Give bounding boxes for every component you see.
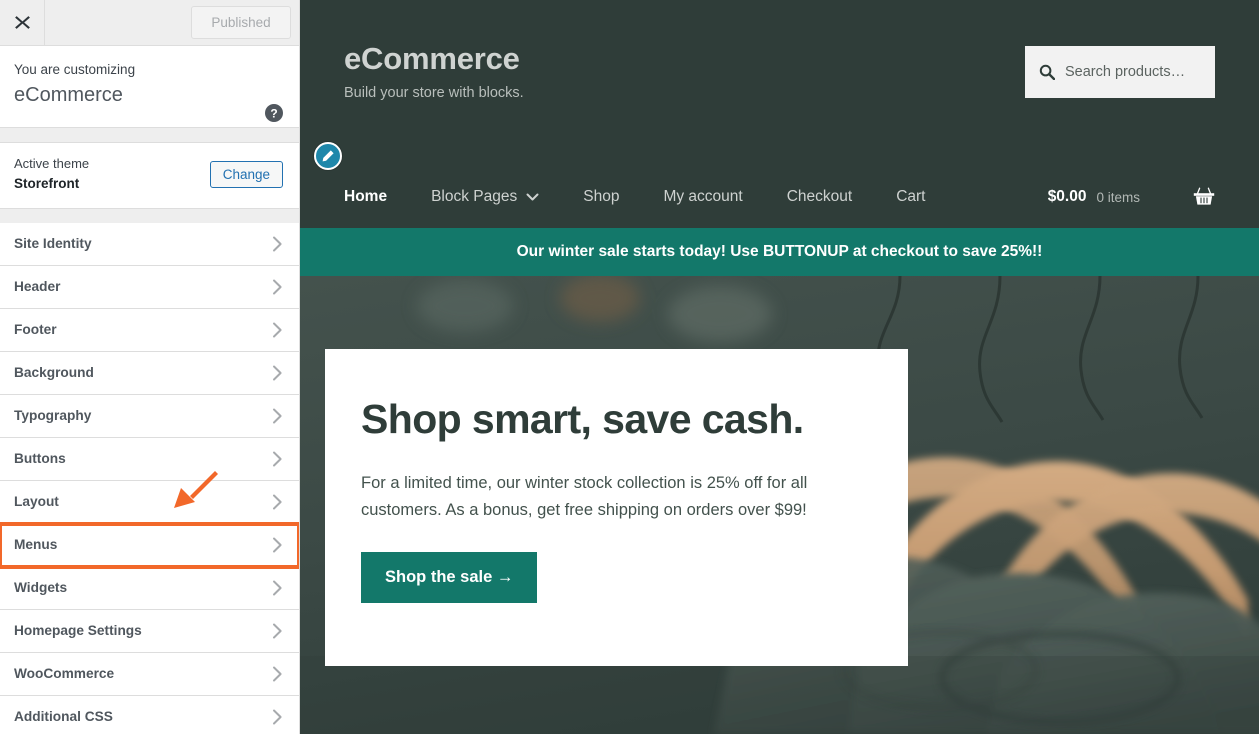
nav-link-cart[interactable]: Cart bbox=[874, 188, 947, 206]
sidebar-item-label: Background bbox=[14, 365, 94, 381]
nav-link-label: Home bbox=[344, 188, 388, 205]
active-theme-section: Active theme Storefront Change bbox=[0, 142, 299, 209]
hero-title: Shop smart, save cash. bbox=[361, 396, 804, 442]
chevron-down-icon[interactable] bbox=[526, 193, 539, 202]
shop-the-sale-button[interactable]: Shop the sale → bbox=[361, 551, 538, 603]
active-theme-label: Active theme bbox=[14, 156, 90, 172]
sidebar-item-label: Header bbox=[14, 279, 61, 295]
hero-content-card: Shop smart, save cash. For a limited tim… bbox=[325, 349, 908, 666]
change-theme-button[interactable]: Change bbox=[209, 160, 283, 188]
sidebar-item-label: Layout bbox=[14, 494, 59, 510]
sidebar-item-label: Widgets bbox=[14, 580, 68, 596]
nav-link-label: Shop bbox=[583, 188, 620, 205]
sidebar-item-background[interactable]: Background bbox=[0, 351, 299, 395]
chevron-right-icon bbox=[272, 666, 283, 682]
nav-link-my-account[interactable]: My account bbox=[641, 188, 764, 206]
nav-link-label: Cart bbox=[896, 188, 926, 205]
sidebar-item-label: Typography bbox=[14, 408, 92, 424]
hero-section: GRACECHAPEL Shop smart, save cash. For a… bbox=[300, 276, 1259, 734]
sidebar-item-widgets[interactable]: Widgets bbox=[0, 566, 299, 610]
sidebar-item-label: Buttons bbox=[14, 451, 66, 467]
sidebar-item-label: Menus bbox=[14, 537, 58, 553]
nav-link-checkout[interactable]: Checkout bbox=[765, 188, 874, 206]
active-theme-name: Storefront bbox=[14, 176, 80, 192]
chevron-right-icon bbox=[272, 537, 283, 553]
nav-link-list: Home Block Pages Shop My account Checkout Car… bbox=[344, 188, 948, 206]
product-search-box[interactable]: Search products… bbox=[1025, 46, 1215, 98]
nav-link-shop[interactable]: Shop bbox=[561, 188, 641, 206]
search-placeholder-text: Search products… bbox=[1065, 64, 1186, 80]
sidebar-item-buttons[interactable]: Buttons bbox=[0, 437, 299, 481]
chevron-right-icon bbox=[272, 408, 283, 424]
sidebar-gap-bottom bbox=[0, 208, 299, 223]
pencil-edit-icon[interactable] bbox=[314, 142, 342, 170]
nav-link-label: Checkout bbox=[786, 188, 853, 205]
hero-body-text: For a limited time, our winter stock col… bbox=[361, 474, 808, 519]
customizer-sidebar: Published You are customizing eCommerce … bbox=[0, 0, 300, 734]
chevron-right-icon bbox=[272, 451, 283, 467]
chevron-right-icon bbox=[272, 322, 283, 338]
active-theme-text: Active theme Storefront bbox=[14, 155, 89, 193]
customizer-panel-list: Site Identity Header Footer Background Typog… bbox=[0, 222, 299, 734]
chevron-right-icon bbox=[272, 279, 283, 295]
sidebar-item-label: WooCommerce bbox=[14, 666, 115, 682]
sidebar-item-woocommerce[interactable]: WooCommerce bbox=[0, 652, 299, 696]
svg-text:?: ? bbox=[270, 107, 277, 121]
site-header: eCommerce Build your store with blocks. … bbox=[300, 0, 1259, 228]
nav-link-label: Block Pages bbox=[431, 188, 518, 205]
help-circle-icon[interactable]: ? bbox=[264, 103, 284, 123]
site-preview: eCommerce Build your store with blocks. … bbox=[300, 0, 1259, 734]
publish-button[interactable]: Published bbox=[191, 6, 291, 39]
promo-banner[interactable]: Our winter sale starts today! Use BUTTON… bbox=[300, 228, 1259, 276]
cart-amount: $0.00 bbox=[1047, 188, 1087, 205]
sidebar-item-layout[interactable]: Layout bbox=[0, 480, 299, 524]
nav-link-label: My account bbox=[663, 188, 743, 205]
customizing-title: eCommerce bbox=[14, 84, 123, 107]
shopping-basket-icon[interactable] bbox=[1193, 187, 1215, 207]
sidebar-item-menus[interactable]: Menus bbox=[0, 521, 299, 569]
nav-link-block-pages[interactable]: Block Pages bbox=[409, 188, 561, 206]
chevron-right-icon bbox=[272, 580, 283, 596]
sidebar-item-site-identity[interactable]: Site Identity bbox=[0, 222, 299, 266]
chevron-right-icon bbox=[272, 236, 283, 252]
customizer-topbar: Published bbox=[0, 0, 299, 46]
chevron-right-icon bbox=[272, 709, 283, 725]
chevron-right-icon bbox=[272, 623, 283, 639]
chevron-right-icon bbox=[272, 494, 283, 510]
sidebar-item-label: Additional CSS bbox=[14, 709, 113, 725]
site-primary-nav: Home Block Pages Shop My account Checkout Car… bbox=[344, 166, 1215, 228]
sidebar-item-label: Footer bbox=[14, 322, 57, 338]
search-icon bbox=[1039, 64, 1055, 80]
sidebar-item-footer[interactable]: Footer bbox=[0, 308, 299, 352]
sidebar-item-label: Homepage Settings bbox=[14, 623, 142, 639]
sidebar-item-homepage-settings[interactable]: Homepage Settings bbox=[0, 609, 299, 653]
sidebar-item-additional-css[interactable]: Additional CSS bbox=[0, 695, 299, 734]
sidebar-item-typography[interactable]: Typography bbox=[0, 394, 299, 438]
cart-summary[interactable]: $0.00 0 items bbox=[1048, 187, 1215, 207]
customizing-info: You are customizing eCommerce ? bbox=[0, 46, 299, 129]
chevron-right-icon bbox=[272, 365, 283, 381]
cart-item-count: 0 items bbox=[1096, 189, 1140, 205]
customizing-label: You are customizing bbox=[14, 62, 136, 77]
nav-link-home[interactable]: Home bbox=[344, 188, 409, 206]
customizer-app: Published You are customizing eCommerce … bbox=[0, 0, 1259, 734]
close-x-icon[interactable] bbox=[0, 0, 45, 45]
sidebar-item-header[interactable]: Header bbox=[0, 265, 299, 309]
sidebar-gap-top bbox=[0, 128, 299, 143]
sidebar-item-label: Site Identity bbox=[14, 236, 92, 252]
